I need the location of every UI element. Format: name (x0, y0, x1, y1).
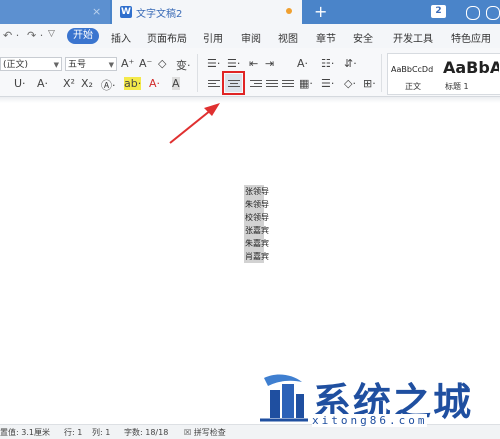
watermark-logo-icon (260, 374, 308, 422)
status-col: 列: 1 (92, 428, 111, 437)
doc-line[interactable]: 张领导 (244, 185, 269, 198)
spell-check-toggle[interactable]: ☒ 拼写检查 (184, 427, 226, 438)
status-word-count[interactable]: 字数: 18/18 (124, 427, 168, 438)
doc-line[interactable]: 朱领导 (244, 198, 269, 211)
doc-line[interactable]: 校领导 (244, 211, 269, 224)
arrow-shaft (169, 109, 212, 144)
spell-check-label: 拼写检查 (193, 428, 226, 437)
doc-line[interactable]: 张嘉宾 (244, 224, 269, 237)
status-row: 行: 1 (64, 428, 83, 437)
doc-line[interactable]: 肖嘉宾 (244, 250, 269, 263)
watermark-domain: xitong86.com (312, 414, 428, 427)
status-position: 置值: 3.1厘米 (0, 428, 50, 437)
doc-line[interactable]: 朱嘉宾 (244, 237, 269, 250)
document-selection[interactable]: 张领导 朱领导 校领导 张嘉宾 朱嘉宾 肖嘉宾 (244, 185, 269, 263)
